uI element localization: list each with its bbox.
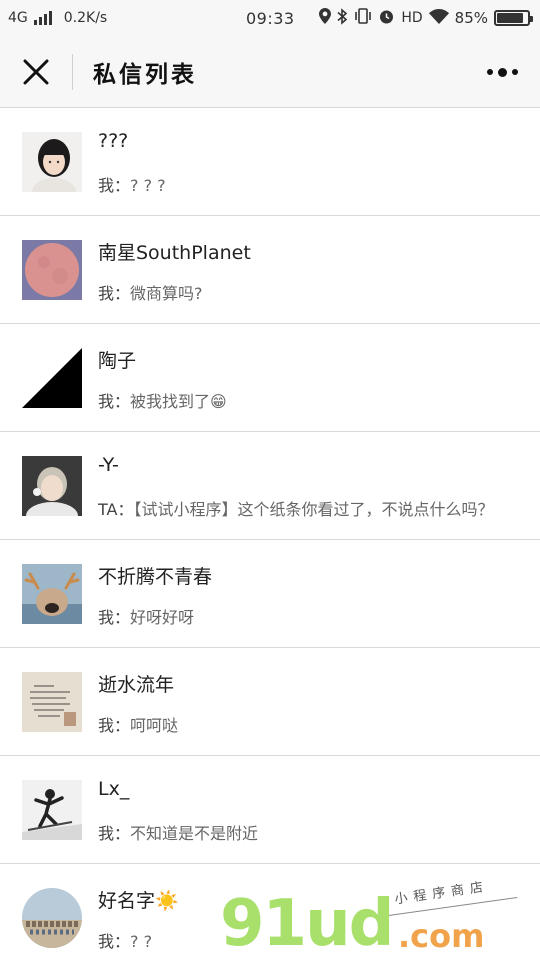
message-text: 被我找到了 bbox=[130, 392, 211, 411]
message-text: 【试试小程序】这个纸条你看过了，不说点什么吗？ bbox=[133, 500, 494, 519]
sun-emoji-icon: ☀️ bbox=[155, 890, 179, 912]
chat-preview: 我：好呀好呀 bbox=[98, 604, 518, 628]
message-text: ? ? bbox=[130, 932, 153, 951]
avatar bbox=[22, 780, 82, 840]
sender-prefix: 我： bbox=[98, 284, 131, 303]
avatar bbox=[22, 672, 82, 732]
message-text: 微商算吗? bbox=[130, 284, 203, 303]
chat-item[interactable]: ??? 我：? ? ? bbox=[0, 108, 540, 216]
chat-item[interactable]: 南星SouthPlanet 我：微商算吗? bbox=[0, 216, 540, 324]
chat-name-text: 好名字 bbox=[98, 890, 156, 912]
hd-label: HD bbox=[401, 10, 423, 26]
vibrate-icon bbox=[354, 8, 372, 28]
bluetooth-icon bbox=[337, 7, 348, 29]
page-title: 私信列表 bbox=[93, 61, 197, 88]
avatar bbox=[22, 456, 82, 516]
sender-prefix: TA： bbox=[98, 500, 134, 519]
chat-name: ??? bbox=[98, 130, 129, 152]
message-text: 不知道是不是附近 bbox=[130, 824, 259, 843]
sender-prefix: 我： bbox=[98, 932, 131, 951]
chat-item[interactable]: 不折腾不青春 我：好呀好呀 bbox=[0, 540, 540, 648]
close-icon bbox=[23, 59, 49, 84]
chat-item[interactable]: Lx_ 我：不知道是不是附近 bbox=[0, 756, 540, 864]
chat-preview: 我：呵呵哒 bbox=[98, 712, 518, 736]
clock: 09:33 bbox=[246, 8, 295, 28]
battery-percent: 85% bbox=[454, 9, 488, 27]
sender-prefix: 我： bbox=[98, 716, 131, 735]
location-icon bbox=[319, 8, 332, 28]
battery-icon bbox=[494, 10, 533, 26]
sender-prefix: 我： bbox=[98, 392, 131, 411]
chat-name: 不折腾不青春 bbox=[98, 566, 213, 588]
chat-preview: 我：? ? bbox=[98, 928, 518, 952]
sender-prefix: 我： bbox=[98, 824, 131, 843]
message-text: ? ? ? bbox=[130, 176, 166, 195]
chat-item[interactable]: 陶子 我：被我找到了😁 bbox=[0, 324, 540, 432]
chat-name: Lx_ bbox=[98, 778, 130, 800]
signal-icon bbox=[33, 11, 52, 25]
chat-name: 陶子 bbox=[98, 350, 137, 372]
avatar bbox=[22, 132, 82, 192]
close-button[interactable] bbox=[0, 36, 72, 108]
avatar bbox=[22, 240, 82, 300]
wifi-icon bbox=[428, 8, 449, 28]
chat-preview: TA：【试试小程序】这个纸条你看过了，不说点什么吗？ bbox=[98, 496, 518, 520]
chat-preview: 我：? ? ? bbox=[98, 172, 518, 196]
avatar bbox=[22, 888, 82, 948]
chat-item[interactable]: 逝水流年 我：呵呵哒 bbox=[0, 648, 540, 756]
message-text: 呵呵哒 bbox=[130, 716, 179, 735]
sender-prefix: 我： bbox=[98, 176, 131, 195]
alarm-icon bbox=[378, 8, 395, 29]
chat-name: 好名字☀️ bbox=[98, 886, 179, 913]
grin-emoji-icon: 😁 bbox=[210, 392, 227, 411]
chat-name: 南星SouthPlanet bbox=[98, 242, 251, 264]
avatar bbox=[22, 348, 82, 408]
network-speed: 0.2K/s bbox=[63, 10, 108, 26]
chat-preview: 我：微商算吗? bbox=[98, 280, 518, 304]
chat-item[interactable]: -Y- TA：【试试小程序】这个纸条你看过了，不说点什么吗？ bbox=[0, 432, 540, 540]
more-button[interactable] bbox=[482, 60, 522, 84]
network-type: 4G bbox=[8, 10, 28, 26]
chat-preview: 我：被我找到了😁 bbox=[98, 388, 518, 412]
avatar bbox=[22, 564, 82, 624]
chat-item[interactable]: 好名字☀️ 我：? ? bbox=[0, 864, 540, 960]
chat-list: ??? 我：? ? ? 南星SouthPlanet 我：微商算吗? 陶子 我：被… bbox=[0, 108, 540, 960]
more-icon bbox=[486, 67, 518, 77]
title-divider bbox=[72, 53, 73, 90]
status-bar: 4G 0.2K/s 09:33 HD 85% bbox=[0, 0, 540, 36]
chat-preview: 我：不知道是不是附近 bbox=[98, 820, 518, 844]
sender-prefix: 我： bbox=[98, 608, 131, 627]
message-text: 好呀好呀 bbox=[130, 608, 195, 627]
title-bar: 私信列表 bbox=[0, 36, 540, 108]
chat-name: 逝水流年 bbox=[98, 674, 175, 696]
chat-name: -Y- bbox=[98, 454, 119, 476]
